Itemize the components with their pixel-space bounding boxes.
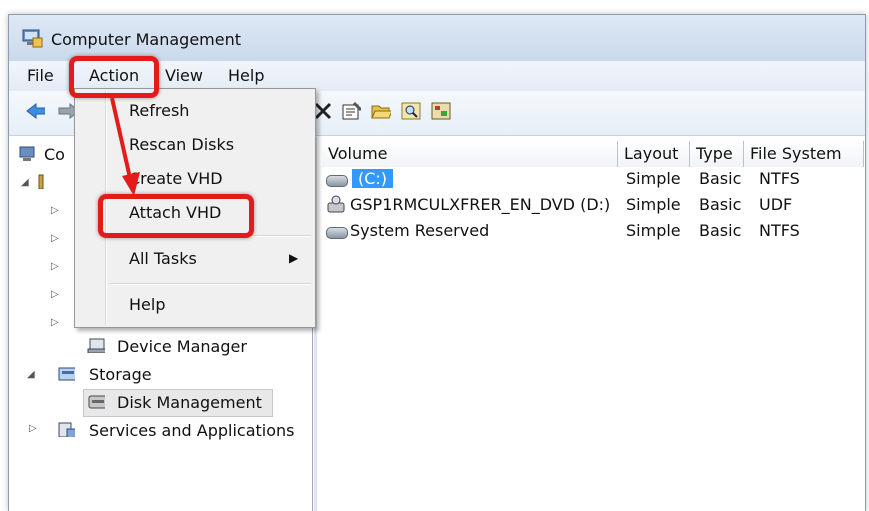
delete-icon[interactable] xyxy=(313,101,333,121)
expanded-triangle-icon[interactable]: ◢ xyxy=(27,369,35,380)
volume-layout: Simple xyxy=(626,195,681,214)
tree-item-disk-management[interactable]: Disk Management xyxy=(117,393,262,412)
disk-management-icon xyxy=(88,395,105,409)
table-row[interactable] xyxy=(326,223,348,241)
search-icon[interactable] xyxy=(401,101,421,121)
highlight-attach-vhd xyxy=(98,194,254,238)
collapsed-triangle-icon[interactable]: ▷ xyxy=(51,317,59,328)
column-header-type[interactable]: Type xyxy=(690,141,744,167)
menu-view[interactable]: View xyxy=(165,66,203,85)
computer-management-icon xyxy=(19,146,35,161)
menu-item-rescan-disks[interactable]: Rescan Disks xyxy=(129,135,234,154)
highlight-action-menu xyxy=(69,56,159,98)
collapsed-triangle-icon[interactable]: ▷ xyxy=(29,423,37,434)
menu-help[interactable]: Help xyxy=(228,66,264,85)
expanded-triangle-icon[interactable]: ◢ xyxy=(21,177,29,188)
volume-layout: Simple xyxy=(626,221,681,240)
open-folder-icon[interactable] xyxy=(371,101,391,121)
volume-layout: Simple xyxy=(626,169,681,188)
dvd-drive-icon xyxy=(327,195,345,213)
volume-type: Basic xyxy=(699,169,742,188)
properties-icon[interactable] xyxy=(341,101,361,121)
table-row[interactable]: (C:) xyxy=(326,169,394,189)
system-tools-icon xyxy=(38,174,44,189)
volume-list-pane: Volume Layout Type File System (C:) Simp… xyxy=(318,137,865,511)
back-arrow-icon[interactable] xyxy=(25,101,45,121)
menu-item-help[interactable]: Help xyxy=(129,295,165,314)
menu-separator xyxy=(109,283,311,285)
settings-icon[interactable] xyxy=(431,101,451,121)
tree-root-label[interactable]: Co xyxy=(44,145,65,164)
submenu-arrow-icon: ▶ xyxy=(289,251,299,265)
column-header-file-system[interactable]: File System xyxy=(744,141,864,167)
menu-file[interactable]: File xyxy=(27,66,54,85)
volume-name: (C:) xyxy=(352,169,394,188)
drive-icon xyxy=(326,174,348,187)
tree-item-services-and-applications[interactable]: Services and Applications xyxy=(89,421,294,440)
computer-management-icon xyxy=(22,29,43,48)
tree-item-device-manager[interactable]: Device Manager xyxy=(117,337,247,356)
device-manager-icon xyxy=(87,338,105,353)
volume-file-system: UDF xyxy=(759,195,793,214)
services-and-applications-icon xyxy=(58,422,75,437)
volume-name[interactable]: System Reserved xyxy=(350,221,489,240)
menu-item-refresh[interactable]: Refresh xyxy=(129,101,189,120)
collapsed-triangle-icon[interactable]: ▷ xyxy=(51,261,59,272)
tree-item-storage[interactable]: Storage xyxy=(89,365,152,384)
collapsed-triangle-icon[interactable]: ▷ xyxy=(51,205,59,216)
title-bar: Computer Management xyxy=(9,15,865,61)
storage-icon xyxy=(58,367,75,381)
drive-icon xyxy=(326,226,348,239)
window-title: Computer Management xyxy=(51,30,242,49)
collapsed-triangle-icon[interactable]: ▷ xyxy=(51,289,59,300)
menu-item-all-tasks[interactable]: All Tasks xyxy=(129,249,197,268)
volume-type: Basic xyxy=(699,195,742,214)
collapsed-triangle-icon[interactable]: ▷ xyxy=(51,233,59,244)
column-header-volume[interactable]: Volume xyxy=(322,141,618,167)
menu-item-create-vhd[interactable]: Create VHD xyxy=(129,169,223,188)
volume-type: Basic xyxy=(699,221,742,240)
volume-name[interactable]: GSP1RMCULXFRER_EN_DVD (D:) xyxy=(350,195,610,214)
column-header-layout[interactable]: Layout xyxy=(618,141,690,167)
volume-file-system: NTFS xyxy=(759,169,800,188)
volume-file-system: NTFS xyxy=(759,221,800,240)
